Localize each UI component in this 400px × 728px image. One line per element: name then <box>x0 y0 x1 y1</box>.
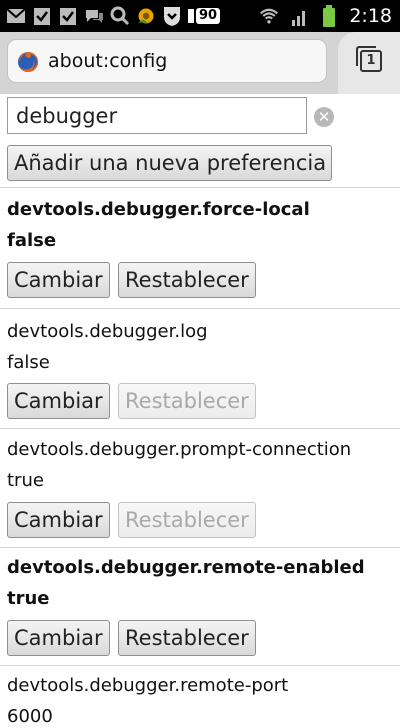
notification-count: 90 <box>196 8 221 24</box>
firefox-icon <box>17 51 39 73</box>
system-icons: 2:18 <box>259 4 392 28</box>
pref-value: false <box>7 230 57 251</box>
divider <box>0 428 400 429</box>
gmail-icon <box>6 6 26 26</box>
chat-icon <box>84 6 104 26</box>
change-button[interactable]: Cambiar <box>7 383 110 419</box>
battery-icon <box>319 5 339 27</box>
pref-name: devtools.debugger.prompt-connection <box>7 439 352 460</box>
add-preference-button[interactable]: Añadir una nueva preferencia <box>7 145 332 181</box>
pref-name: devtools.debugger.force-local <box>7 199 310 220</box>
reset-button: Restablecer <box>118 502 256 538</box>
shield-icon <box>162 6 182 26</box>
pref-name: devtools.debugger.log <box>7 321 208 342</box>
divider <box>0 308 400 309</box>
clock: 2:18 <box>349 5 392 27</box>
divider <box>0 187 400 188</box>
url-text: about:config <box>48 50 168 72</box>
notification-badge-icon: 90 <box>188 7 221 25</box>
reset-button: Restablecer <box>118 383 256 419</box>
checklist-icon <box>32 6 52 26</box>
pref-name: devtools.debugger.remote-enabled <box>7 557 365 578</box>
clear-search-icon[interactable]: ✕ <box>314 107 334 127</box>
divider <box>0 547 400 548</box>
notification-icons: 90 <box>6 4 221 28</box>
url-bar[interactable]: about:config <box>7 39 327 83</box>
gear-sun-icon <box>136 6 156 26</box>
tabs-area: 1 <box>338 32 400 94</box>
reset-button[interactable]: Restablecer <box>118 620 256 656</box>
search-icon <box>110 6 130 26</box>
reset-button[interactable]: Restablecer <box>118 262 256 298</box>
pref-value: true <box>7 470 44 491</box>
change-button[interactable]: Cambiar <box>7 502 110 538</box>
pref-value: false <box>7 352 50 373</box>
tabs-count-button[interactable]: 1 <box>356 46 382 72</box>
pref-value: true <box>7 588 50 609</box>
browser-toolbar: about:config 1 <box>0 32 400 94</box>
change-button[interactable]: Cambiar <box>7 620 110 656</box>
search-input[interactable] <box>7 97 307 134</box>
signal-icon <box>289 6 309 26</box>
wifi-icon <box>259 6 279 26</box>
status-bar: 90 2:18 <box>0 0 400 32</box>
pref-value: 6000 <box>7 706 53 727</box>
checklist-icon <box>58 6 78 26</box>
change-button[interactable]: Cambiar <box>7 262 110 298</box>
tabs-count: 1 <box>366 53 376 68</box>
divider <box>0 665 400 666</box>
pref-name: devtools.debugger.remote-port <box>7 675 289 696</box>
